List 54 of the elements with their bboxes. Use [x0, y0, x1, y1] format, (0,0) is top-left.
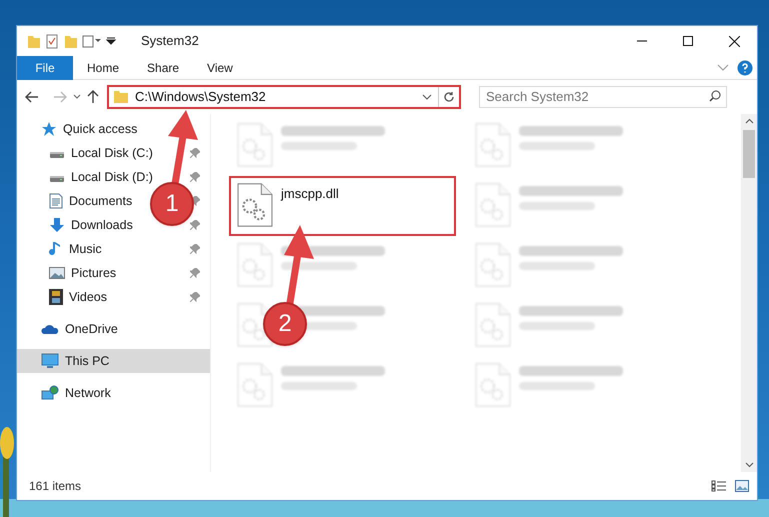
pin-icon[interactable] [190, 220, 200, 230]
star-icon [41, 121, 57, 137]
navigation-item[interactable]: Videos [49, 288, 107, 306]
scrollbar-thumb[interactable] [743, 130, 755, 178]
refresh-icon[interactable] [443, 91, 455, 103]
scrollbar[interactable] [741, 114, 757, 472]
close-icon [728, 36, 740, 46]
pin-icon[interactable] [190, 148, 200, 158]
chevron-down-icon[interactable] [422, 94, 432, 100]
file-name: jmscpp.dll [281, 185, 339, 203]
pin-icon[interactable] [190, 268, 200, 278]
music-note-icon [49, 241, 63, 257]
pin-icon[interactable] [190, 172, 200, 182]
caret-icon[interactable] [73, 94, 81, 100]
help-icon[interactable] [737, 60, 753, 76]
monitor-icon [41, 353, 59, 369]
navigation-item[interactable]: Documents [49, 192, 132, 210]
file-gears-icon [237, 182, 273, 228]
navigation-item[interactable]: This PC [41, 352, 110, 370]
address-bar[interactable]: C:\Windows\System32 [107, 85, 461, 109]
file-item[interactable]: jmscpp.dll [229, 176, 456, 236]
details-view-icon[interactable] [711, 480, 727, 492]
navigation-item[interactable]: Music [49, 240, 102, 258]
ribbon-tab[interactable]: File [17, 56, 73, 80]
chevron-down-icon[interactable] [744, 462, 754, 468]
navigation-item[interactable]: Quick access [41, 120, 138, 138]
navigation-item[interactable]: Pictures [49, 264, 116, 282]
item-count: 161 items [29, 478, 82, 495]
window-title: System32 [141, 32, 199, 50]
search-field[interactable]: Search System32 [479, 86, 727, 108]
folder-icon [113, 90, 129, 104]
chevron-up-icon[interactable] [744, 118, 754, 124]
large-icons-view-icon[interactable] [735, 480, 749, 492]
ribbon-tab[interactable]: View [193, 56, 247, 80]
search-icon[interactable] [709, 90, 721, 102]
up-arrow-icon[interactable] [87, 90, 99, 104]
network-icon [41, 385, 59, 401]
back-arrow-icon[interactable] [25, 91, 39, 103]
maximize-icon [683, 36, 693, 46]
pin-icon[interactable] [190, 244, 200, 254]
landscape-icon [49, 266, 65, 280]
navigation-item[interactable]: Network [41, 384, 111, 402]
film-icon [49, 289, 63, 305]
navigation-item[interactable]: Downloads [49, 216, 133, 234]
navigation-item[interactable]: Local Disk (D:) [49, 168, 153, 186]
document-icon [49, 193, 63, 209]
ribbon-tab[interactable]: Share [133, 56, 194, 80]
ribbon-tab[interactable]: Home [73, 56, 134, 80]
address-path: C:\Windows\System32 [135, 88, 266, 106]
navigation-item[interactable]: Local Disk (C:) [49, 144, 153, 162]
pin-icon[interactable] [190, 292, 200, 302]
download-arrow-icon [49, 217, 65, 233]
navigation-item[interactable]: OneDrive [41, 320, 118, 338]
cloud-icon [41, 323, 59, 335]
